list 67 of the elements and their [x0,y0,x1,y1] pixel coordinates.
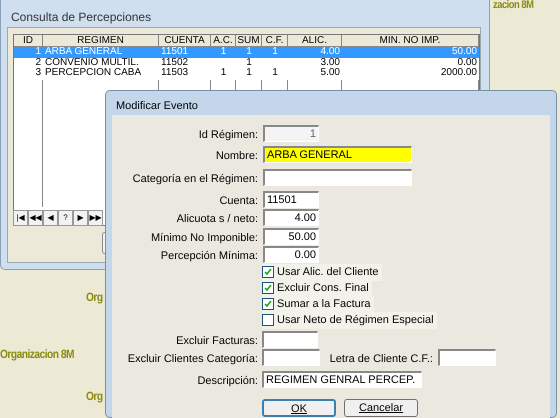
checkbox[interactable] [262,314,274,326]
input-field[interactable] [263,169,412,186]
input-field[interactable]: REGIMEN GENRAL PERCEP. [262,371,422,388]
table-cell: PERCEPCION CABA [45,67,142,78]
field-label: Alicuota s / neto: [176,212,258,227]
window-title: Consulta de Percepciones [11,9,152,26]
checkbox[interactable] [262,282,274,294]
nav-button[interactable]: |◀ [13,210,28,226]
table-cell: CONVENIO MULTIL. [45,56,139,68]
table-cell: 2000.00 [440,67,477,78]
field-label: Cuenta: [219,194,258,209]
nav-button[interactable]: ▶ [73,210,88,226]
dialog-title: Modificar Evento [116,99,198,114]
field-label: Percepción Mínima: [160,249,258,264]
nav-button[interactable]: ? [58,210,73,226]
checkbox-label: Sumar a la Factura [277,297,371,312]
checkbox[interactable] [262,266,274,278]
input-field[interactable]: 50.00 [263,228,319,245]
table-cell: 3.00 [320,56,340,68]
watermark-text: Org [86,291,103,303]
nav-button[interactable]: ▶▶ [88,210,103,226]
input-field[interactable]: 4.00 [263,209,319,226]
field-label: Excluir Facturas: [176,334,258,349]
nav-button[interactable]: ◀ [43,210,58,226]
table-cell: 0.00 [458,56,477,68]
checkbox-label: Usar Neto de Régimen Especial [277,313,434,328]
table-cell: 1 [220,46,226,57]
table-cell: 1 [35,46,41,57]
table-cell: 1 [246,46,252,57]
field-label: Descripción: [197,374,258,389]
table-cell: 1 [272,67,278,78]
field-label: Categoría en el Régimen: [132,172,258,187]
field-label: Nombre: [216,149,258,164]
checkbox[interactable] [262,298,274,310]
input-field[interactable] [438,349,496,366]
table-cell: 11502 [161,56,188,68]
table-cell: 1 [246,56,252,68]
table-cell: 50.00 [452,46,477,57]
field-label: Id Régimen: [198,128,258,143]
table-cell: 1 [272,46,278,57]
input-field[interactable]: 0.00 [263,246,319,263]
table-cell: 2 [35,56,41,68]
dialog-button[interactable]: Cancelar [344,399,418,417]
dialog-button[interactable]: OK [262,399,336,417]
table-row[interactable]: 3 PERCEPCION CABA 11503 1 1 1 5.00 2000.00 [14,68,479,78]
table-row[interactable]: 2 CONVENIO MULTIL. 11502 1 3.00 0.00 [14,58,479,68]
checkbox-label: Usar Alic. del Cliente [277,265,378,280]
table-cell: 1 [246,67,252,78]
watermark-text: Org [86,390,103,402]
watermark-text: zacion 8M [493,0,534,11]
nav-button[interactable]: ◀◀ [28,210,43,226]
input-field[interactable]: ARBA GENERAL [263,146,412,163]
field-label: Mínimo No Imponible: [151,231,258,246]
table-cell: 1 [220,67,226,78]
input-field[interactable] [262,349,320,366]
table-cell: 3 [35,67,41,78]
table-cell: 11503 [161,67,188,78]
field-label: Excluir Clientes Categoría: [128,352,258,367]
input-field[interactable] [262,331,318,348]
table-cell: 5.00 [320,67,340,78]
table-cell: 11501 [161,46,188,57]
watermark-text: Organizacion 8M [0,348,74,360]
checkbox-label: Excluir Cons. Final [277,281,369,296]
table-cell: 4.00 [320,46,340,57]
input-field[interactable]: 11501 [263,191,319,208]
table-cell: ARBA GENERAL [45,46,122,57]
field-label: Letra de Cliente C.F.: [330,352,433,367]
